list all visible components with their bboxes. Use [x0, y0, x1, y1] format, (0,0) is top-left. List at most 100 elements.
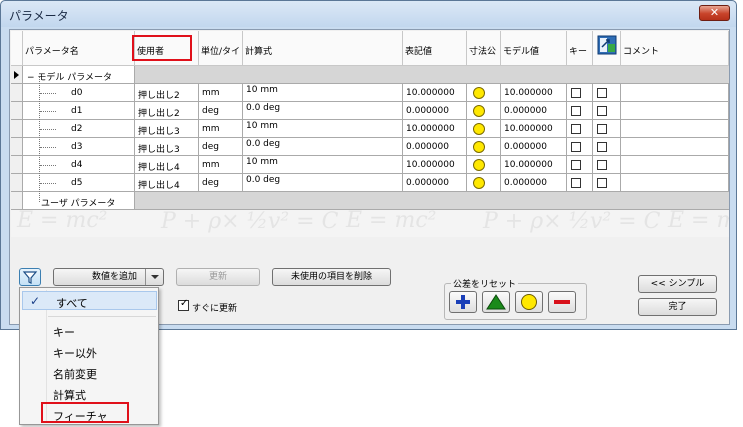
used-by-cell[interactable]: 押し出し2	[135, 84, 199, 102]
column-header-expression[interactable]: 計算式	[243, 31, 403, 66]
unit-cell[interactable]: mm	[199, 84, 243, 102]
collapse-icon[interactable]: −	[27, 73, 35, 83]
checkbox[interactable]	[571, 88, 581, 98]
filter-button[interactable]	[19, 268, 41, 286]
export-cell[interactable]	[593, 102, 621, 120]
table-row[interactable]: d2 押し出し3 mm 10 mm 10.000000 10.000000	[11, 120, 729, 138]
expression-cell[interactable]: 10 mm	[243, 156, 403, 174]
checkbox[interactable]	[597, 178, 607, 188]
filter-item-renamed[interactable]: 名前変更	[20, 363, 158, 382]
key-cell[interactable]	[567, 138, 593, 156]
nominal-cell[interactable]: 10.000000	[403, 84, 467, 102]
tolerance-lower-button[interactable]	[548, 291, 576, 313]
expression-cell[interactable]: 0.0 deg	[243, 174, 403, 192]
tolerance-cell[interactable]	[467, 138, 501, 156]
simple-mode-button[interactable]: << シンプル	[638, 275, 717, 293]
column-header-tolerance[interactable]: 寸法公	[467, 31, 501, 66]
tolerance-upper-button[interactable]	[449, 291, 477, 313]
export-cell[interactable]	[593, 174, 621, 192]
tolerance-cell[interactable]	[467, 120, 501, 138]
column-header-name[interactable]: パラメータ名	[23, 31, 135, 66]
used-by-cell[interactable]: 押し出し3	[135, 138, 199, 156]
checkbox[interactable]	[597, 88, 607, 98]
add-numeric-button[interactable]: 数値を追加	[53, 268, 164, 286]
immediate-update-checkbox[interactable]: ✓	[178, 298, 189, 311]
purge-unused-button[interactable]: 未使用の項目を削除	[272, 268, 391, 286]
model-value-cell[interactable]: 0.000000	[501, 102, 567, 120]
tolerance-cell[interactable]	[467, 174, 501, 192]
comment-cell[interactable]	[621, 120, 729, 138]
group-row-model-parameters[interactable]: − モデル パラメータ	[11, 66, 729, 84]
add-numeric-dropdown[interactable]	[145, 269, 163, 285]
title-bar[interactable]: パラメータ ✕	[1, 1, 736, 27]
checkbox[interactable]	[571, 160, 581, 170]
comment-cell[interactable]	[621, 102, 729, 120]
column-header-model-value[interactable]: モデル値	[501, 31, 567, 66]
tolerance-nominal-icon[interactable]	[473, 177, 485, 189]
column-header-key[interactable]: キー	[567, 31, 593, 66]
unit-cell[interactable]: deg	[199, 174, 243, 192]
model-value-cell[interactable]: 10.000000	[501, 84, 567, 102]
filter-item-expression[interactable]: 計算式	[20, 384, 158, 403]
tolerance-nominal-icon[interactable]	[473, 87, 485, 99]
unit-cell[interactable]: deg	[199, 102, 243, 120]
comment-cell[interactable]	[621, 174, 729, 192]
export-cell[interactable]	[593, 120, 621, 138]
comment-cell[interactable]	[621, 156, 729, 174]
tolerance-cell[interactable]	[467, 102, 501, 120]
checkbox[interactable]	[597, 142, 607, 152]
checkbox[interactable]	[571, 142, 581, 152]
tolerance-cell[interactable]	[467, 156, 501, 174]
nominal-cell[interactable]: 10.000000	[403, 120, 467, 138]
filter-item-non-key[interactable]: キー以外	[20, 342, 158, 361]
table-row[interactable]: d0 押し出し2 mm 10 mm 10.000000 10.000000	[11, 84, 729, 102]
tolerance-cell[interactable]	[467, 84, 501, 102]
tolerance-nominal-button[interactable]	[515, 291, 543, 313]
used-by-cell[interactable]: 押し出し3	[135, 120, 199, 138]
comment-cell[interactable]	[621, 84, 729, 102]
checkbox[interactable]	[597, 160, 607, 170]
export-cell[interactable]	[593, 138, 621, 156]
nominal-cell[interactable]: 0.000000	[403, 138, 467, 156]
nominal-cell[interactable]: 0.000000	[403, 102, 467, 120]
column-header-comment[interactable]: コメント	[621, 31, 729, 66]
expression-cell[interactable]: 10 mm	[243, 84, 403, 102]
key-cell[interactable]	[567, 102, 593, 120]
used-by-cell[interactable]: 押し出し4	[135, 174, 199, 192]
checkbox[interactable]	[571, 178, 581, 188]
export-cell[interactable]	[593, 84, 621, 102]
checkbox[interactable]	[571, 124, 581, 134]
close-button[interactable]: ✕	[699, 5, 730, 21]
column-header-unit[interactable]: 単位/タイ	[199, 31, 243, 66]
model-value-cell[interactable]: 0.000000	[501, 174, 567, 192]
table-row[interactable]: d3 押し出し3 deg 0.0 deg 0.000000 0.000000	[11, 138, 729, 156]
used-by-cell[interactable]: 押し出し4	[135, 156, 199, 174]
checkbox[interactable]	[571, 106, 581, 116]
checkbox[interactable]	[597, 106, 607, 116]
key-cell[interactable]	[567, 84, 593, 102]
model-value-cell[interactable]: 10.000000	[501, 120, 567, 138]
nominal-cell[interactable]: 10.000000	[403, 156, 467, 174]
tolerance-nominal-icon[interactable]	[473, 123, 485, 135]
unit-cell[interactable]: mm	[199, 120, 243, 138]
column-header-export[interactable]	[593, 31, 621, 66]
expression-cell[interactable]: 0.0 deg	[243, 138, 403, 156]
column-header-nominal[interactable]: 表記値	[403, 31, 467, 66]
table-row[interactable]: d5 押し出し4 deg 0.0 deg 0.000000 0.000000	[11, 174, 729, 192]
key-cell[interactable]	[567, 156, 593, 174]
tolerance-nominal-icon[interactable]	[473, 159, 485, 171]
checkbox[interactable]	[597, 124, 607, 134]
tolerance-nominal-icon[interactable]	[473, 141, 485, 153]
filter-item-all[interactable]: ✓ すべて	[22, 291, 157, 310]
export-cell[interactable]	[593, 156, 621, 174]
expression-cell[interactable]: 10 mm	[243, 120, 403, 138]
update-button[interactable]: 更新	[176, 268, 260, 286]
done-button[interactable]: 完了	[638, 298, 717, 316]
key-cell[interactable]	[567, 174, 593, 192]
comment-cell[interactable]	[621, 138, 729, 156]
model-value-cell[interactable]: 0.000000	[501, 138, 567, 156]
used-by-cell[interactable]: 押し出し2	[135, 102, 199, 120]
filter-item-key[interactable]: キー	[20, 321, 158, 340]
key-cell[interactable]	[567, 120, 593, 138]
unit-cell[interactable]: deg	[199, 138, 243, 156]
